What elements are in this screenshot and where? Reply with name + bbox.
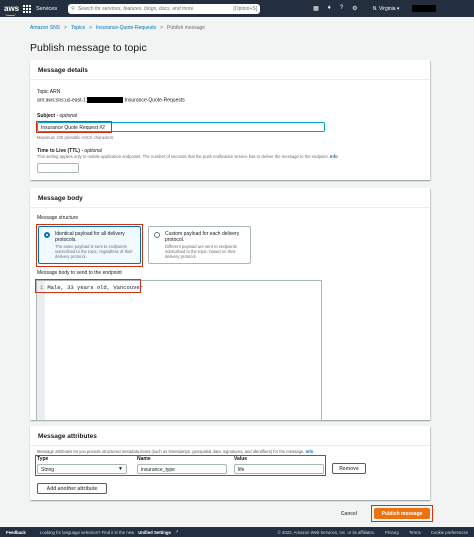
message-attributes-panel: Message attributes Message attributes le… [30, 426, 430, 500]
breadcrumb-topics[interactable]: Topics [71, 25, 85, 31]
cancel-button[interactable]: Cancel [334, 508, 364, 519]
terms-link[interactable]: Terms [409, 530, 421, 535]
copyright: © 2022, Amazon Web Services, Inc. or its… [277, 529, 375, 535]
breadcrumb-sns[interactable]: Amazon SNS [30, 25, 60, 31]
aws-logo[interactable]: aws [4, 4, 19, 16]
unified-settings-link[interactable]: Unified Settings [138, 530, 171, 535]
search-placeholder: Search for services, features, blogs, do… [77, 5, 194, 12]
remove-attribute-button[interactable]: Remove [332, 463, 366, 474]
feedback-link[interactable]: Feedback [6, 530, 26, 535]
topic-arn-value: arn:aws:sns:us-east-1::Insurance-Quote-R… [37, 97, 185, 104]
subject-hint: Maximum 100 printable ASCII characters [37, 135, 114, 140]
gear-icon[interactable]: ⚙ [352, 5, 357, 12]
structure-label: Message structure [37, 215, 79, 221]
ttl-input[interactable] [37, 163, 79, 173]
info-link[interactable]: Info [306, 449, 314, 454]
search-input[interactable]: ⚲ Search for services, features, blogs, … [68, 3, 261, 14]
breadcrumb: Amazon SNS > Topics > Insurance-Quote-Requ… [30, 25, 206, 31]
panel-header: Message attributes [30, 426, 430, 446]
highlight-box [35, 455, 326, 476]
editor-gutter [37, 281, 45, 420]
info-link[interactable]: Info [330, 154, 338, 159]
terminal-icon[interactable]: ▦ [313, 5, 319, 12]
language-prompt: Looking for language selection? Find it … [39, 529, 135, 535]
privacy-link[interactable]: Privacy [385, 530, 399, 535]
services-grid-icon[interactable] [23, 4, 31, 13]
add-attribute-button[interactable]: Add another attribute [37, 483, 107, 494]
search-shortcut: [Option+S] [233, 5, 258, 12]
message-details-panel: Message details Topic ARN arn:aws:sns:us… [30, 60, 430, 180]
cookie-preferences-link[interactable]: Cookie preferences [431, 530, 468, 535]
subject-label: Subject - optional [37, 113, 78, 119]
account-menu-redacted[interactable] [412, 5, 437, 12]
panel-header: Message details [30, 60, 430, 80]
attributes-description: Message attributes let you provide struc… [37, 449, 314, 454]
highlight-box [371, 505, 433, 522]
bell-icon[interactable]: ♦ [328, 5, 331, 12]
message-body-editor[interactable]: 1 Male, 33 years old, Vancouver [36, 280, 322, 421]
breadcrumb-topic[interactable]: Insurance-Quote-Requests [96, 25, 156, 31]
message-body-panel: Message body Message structure Identical… [30, 188, 430, 421]
footer: Feedback Looking for language selection?… [0, 527, 474, 537]
account-id-redacted [87, 97, 124, 103]
highlight-box [36, 224, 143, 267]
custom-payload-option[interactable]: Custom payload for each delivery protoco… [148, 226, 251, 264]
help-icon[interactable]: ? [340, 5, 343, 12]
region-selector[interactable]: N. Virginia ▾ [373, 6, 400, 12]
highlight-box [36, 121, 112, 133]
highlight-box [35, 279, 141, 293]
option-title: Custom payload for each delivery protoco… [165, 231, 240, 243]
top-navigation: aws Services ⚲ Search for services, feat… [0, 0, 474, 17]
breadcrumb-current: Publish message [167, 25, 206, 31]
editor-label: Message body to send to the endpoint [37, 270, 122, 276]
radio-unselected-icon[interactable] [154, 232, 160, 238]
option-description: Different payload are sent to endpoints … [165, 244, 237, 259]
panel-header: Message body [30, 188, 430, 208]
ttl-hint: This setting applies only to mobile appl… [37, 154, 338, 159]
topic-arn-label: Topic ARN [37, 89, 61, 95]
page-title: Publish message to topic [30, 42, 147, 54]
external-link-icon: ↗ [174, 529, 179, 534]
services-menu[interactable]: Services [36, 6, 57, 12]
